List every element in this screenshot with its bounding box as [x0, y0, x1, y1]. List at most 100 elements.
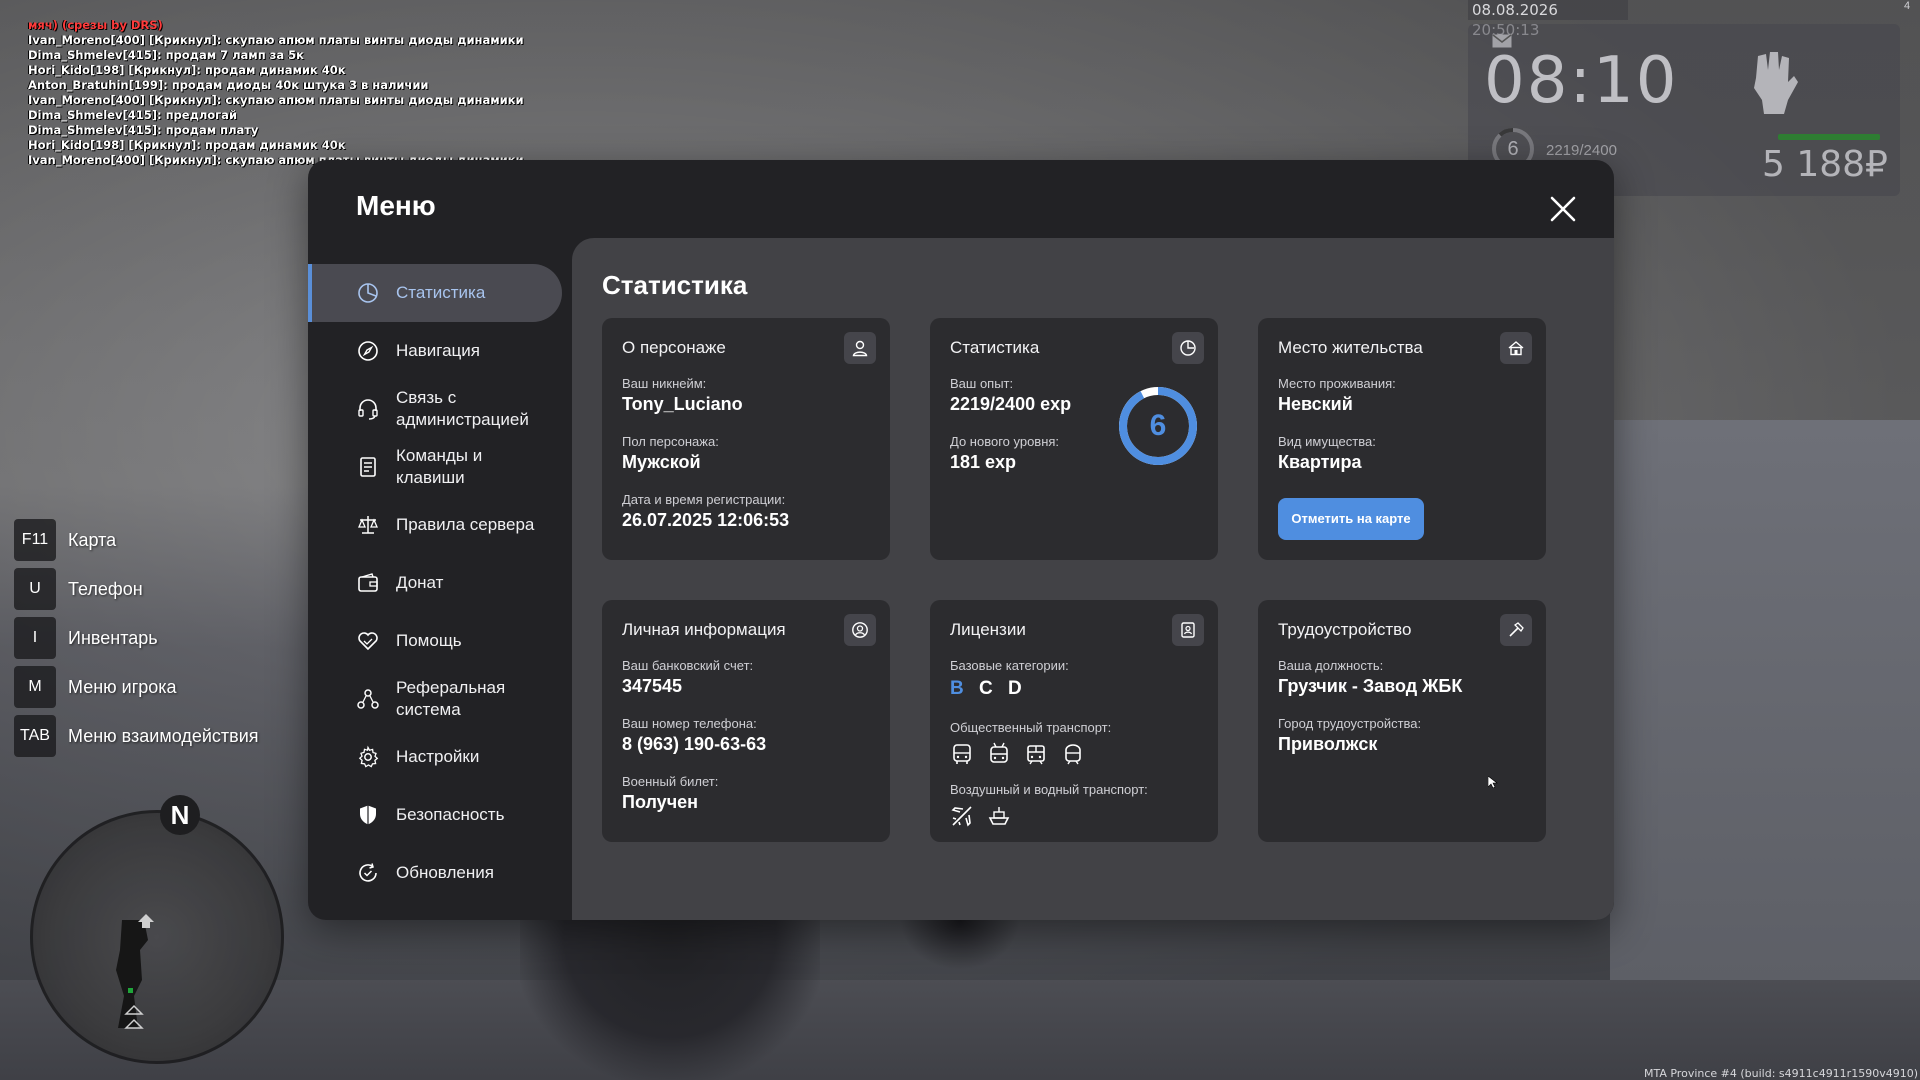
card-title: Лицензии — [950, 620, 1026, 639]
hud-exp: 2219/2400 — [1546, 142, 1617, 159]
card-title: Место жительства — [1278, 338, 1423, 357]
card-title: Статистика — [950, 338, 1040, 357]
nav-item-referral[interactable]: Реферальная система — [308, 670, 562, 728]
license-category: B — [950, 678, 964, 699]
chat-line: Dima_Shmelev[415]: продам плату — [28, 123, 259, 137]
bank-account-value: 347545 — [622, 676, 683, 696]
hotkey-interaction-menu[interactable]: TAB Меню взаимодействия — [14, 714, 259, 758]
chat-log: мяч) (срезы by DRS) Ivan_Moreno[400] [Кр… — [28, 18, 524, 168]
fist-weapon-icon — [1744, 48, 1800, 118]
nav-item-updates[interactable]: Обновления — [308, 844, 562, 902]
residence-place-label: Место проживания: — [1278, 376, 1396, 391]
nav-item-donate[interactable]: Донат — [308, 554, 562, 612]
nav-label: Безопасность — [396, 805, 505, 824]
chat-line: Dima_Shmelev[415]: продам 7 ламп за 5к — [28, 48, 304, 62]
level-value: 6 — [1149, 409, 1167, 442]
heart-hand-icon — [356, 629, 380, 653]
card-employment: Трудоустройство Ваша должность: Грузчик … — [1258, 600, 1546, 842]
chat-line: Hori_Kido[198] [Крикнул]: продам динамик… — [28, 63, 346, 77]
page-title: Статистика — [602, 270, 748, 300]
nav-item-server-rules[interactable]: Правила сервера — [308, 496, 562, 554]
property-type-value: Квартира — [1278, 452, 1362, 472]
hotkey-list: F11 Карта U Телефон I Инвентарь M Меню и… — [14, 518, 259, 763]
card-title: Трудоустройство — [1278, 620, 1412, 639]
nav-label: Связь с администрацией — [396, 388, 529, 429]
chat-line: мяч) (срезы by DRS) — [28, 18, 163, 32]
nav-item-commands[interactable]: Команды и клавиши — [308, 438, 562, 496]
menu-window: Меню Статистика Навигация Связь с админи… — [308, 160, 1614, 920]
hud-health-bar — [1778, 134, 1880, 140]
phone-label: Ваш номер телефона: — [622, 716, 757, 731]
house-icon — [1500, 332, 1532, 364]
bank-account-label: Ваш банковский счет: — [622, 658, 754, 673]
nickname-label: Ваш никнейм: — [622, 376, 707, 391]
hotkey-label: Телефон — [68, 578, 143, 599]
registration-value: 26.07.2025 12:06:53 — [622, 510, 790, 530]
air-water-transport-icons — [950, 804, 1024, 830]
hotkey-player-menu[interactable]: M Меню игрока — [14, 665, 259, 709]
next-level-label: До нового уровня: — [950, 434, 1060, 449]
public-transport-icons — [950, 742, 1098, 768]
hammer-icon — [1500, 614, 1532, 646]
mouse-cursor-icon — [1488, 776, 1498, 788]
license-category: C — [979, 678, 993, 699]
card-licenses: Лицензии Базовые категории: B C D Общест… — [930, 600, 1218, 842]
tram-icon — [1024, 742, 1050, 768]
gender-label: Пол персонажа: — [622, 434, 719, 449]
background-floor — [0, 980, 1920, 1080]
close-icon — [1550, 196, 1576, 222]
compass-icon — [356, 339, 380, 363]
nav-label: Навигация — [396, 341, 480, 360]
military-id-label: Военный билет: — [622, 774, 719, 789]
nav-item-settings[interactable]: Настройки — [308, 728, 562, 786]
license-category: D — [1008, 678, 1022, 699]
close-button[interactable] — [1548, 194, 1578, 224]
nav-label: Команды и клавиши — [396, 446, 483, 487]
hotkey-inventory[interactable]: I Инвентарь — [14, 616, 259, 660]
hotkey-phone[interactable]: U Телефон — [14, 567, 259, 611]
shield-icon — [356, 803, 380, 827]
base-categories-label: Базовые категории: — [950, 658, 1069, 673]
people-network-icon — [356, 687, 380, 711]
exp-label: Ваш опыт: — [950, 376, 1014, 391]
card-title: Личная информация — [622, 620, 786, 639]
job-position-value: Грузчик - Завод ЖБК — [1278, 676, 1463, 696]
hotkey-key: F11 — [14, 519, 56, 561]
public-transport-label: Общественный транспорт: — [950, 720, 1112, 735]
residence-place-value: Невский — [1278, 394, 1353, 414]
nav-label: Правила сервера — [396, 515, 535, 534]
nav-item-security[interactable]: Безопасность — [308, 786, 562, 844]
exp-value: 2219/2400 exp — [950, 394, 1072, 414]
chat-line: Anton_Bratuhin[199]: продам диоды 40к шт… — [28, 78, 429, 92]
phone-value: 8 (963) 190-63-63 — [622, 734, 767, 754]
bus-icon — [950, 742, 976, 768]
hud-datetime: 08.08.2026 20:50:13 — [1468, 0, 1628, 39]
hotkey-key: M — [14, 666, 56, 708]
hotkey-map[interactable]: F11 Карта — [14, 518, 259, 562]
hotkey-label: Меню игрока — [68, 676, 177, 697]
nav-label: Помощь — [396, 631, 462, 650]
card-character: О персонаже Ваш никнейм: Tony_Luciano По… — [602, 318, 890, 560]
gear-icon — [356, 745, 380, 769]
property-type-label: Вид имущества: — [1278, 434, 1376, 449]
trolleybus-icon — [987, 742, 1013, 768]
chat-line: Dima_Shmelev[415]: предлогай — [28, 108, 238, 122]
hotkey-label: Инвентарь — [68, 627, 158, 648]
wallet-icon — [356, 571, 380, 595]
next-level-value: 181 exp — [950, 452, 1017, 472]
id-card-icon — [1172, 614, 1204, 646]
job-city-value: Приволжск — [1278, 734, 1378, 754]
card-personal-info: Личная информация Ваш банковский счет: 3… — [602, 600, 890, 842]
build-info: MTA Province #4 (build: s4911c4911r1590v… — [1643, 1067, 1918, 1080]
mark-on-map-button[interactable]: Отметить на карте — [1278, 498, 1424, 540]
radar-map-shape — [116, 914, 154, 1029]
boat-icon — [987, 804, 1013, 830]
nav-item-statistics[interactable]: Статистика — [308, 264, 562, 322]
radar-north-indicator: N — [160, 795, 200, 835]
nav-item-navigation[interactable]: Навигация — [308, 322, 562, 380]
chat-line: Ivan_Moreno[400] [Крикнул]: скупаю апюм … — [28, 33, 524, 47]
license-categories: B C D — [950, 678, 1032, 700]
nav-item-help[interactable]: Помощь — [308, 612, 562, 670]
nav-item-admin-contact[interactable]: Связь с администрацией — [308, 380, 562, 438]
job-position-label: Ваша должность: — [1278, 658, 1384, 673]
